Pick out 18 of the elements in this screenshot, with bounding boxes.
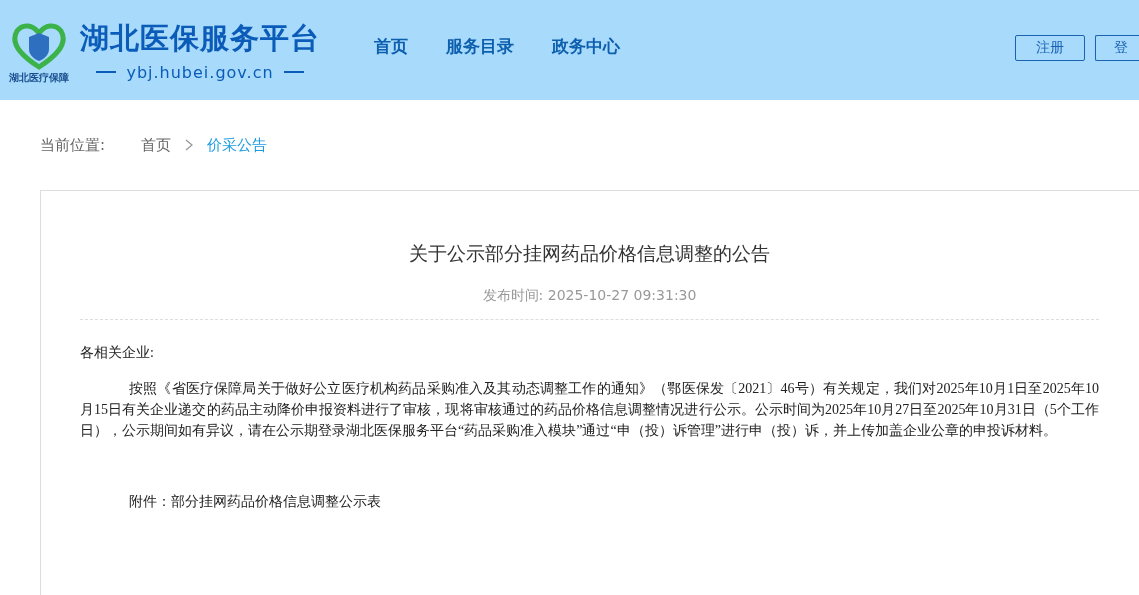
nav-link[interactable]: 服务目录	[446, 34, 514, 58]
nav-link[interactable]: 首页	[374, 34, 408, 58]
article-title: 关于公示部分挂网药品价格信息调整的公告	[408, 241, 771, 266]
site-title: 湖北医保服务平台	[80, 19, 320, 57]
login-button[interactable]: 登	[1095, 35, 1139, 61]
attachment-text: 附件：部分挂网药品价格信息调整公示表	[128, 493, 382, 511]
logo-icon	[9, 23, 69, 71]
register-button[interactable]: 注册	[1015, 35, 1085, 61]
site-url: ybj.hubei.gov.cn	[126, 62, 274, 82]
nav-link[interactable]: 政务中心	[552, 34, 620, 58]
breadcrumb-label: 当前位置:	[40, 135, 106, 155]
chevron-icon	[185, 139, 194, 151]
breadcrumb-link[interactable]: 价采公告	[207, 135, 268, 155]
logo-caption: 湖北医疗保障	[9, 71, 69, 85]
publish-time: 发布时间: 2025-10-27 09:31:30	[80, 287, 1099, 320]
greeting-text: 各相关企业:	[80, 344, 155, 362]
breadcrumb-link[interactable]: 首页	[141, 135, 172, 155]
body-paragraph: 按照《省医疗保障局关于做好公立医疗机构药品采购准入及其动态调整工作的通知》（鄂医保发〔2021〕46号）有关规定，我们对2025年10月1日至2025年10月15日有关企业递交的药品主动降价申报资料进行了审核，现将审核通过的药品价格信息调整情况进行公示。公示时间为2025年10月27日至2025年10月31日（5个工作日），公示期间如有异议，请在公示期登录湖北医保服务平台“药品采购准入模块”通过“申（投）诉管理”进行申（投）诉，并上传加盖企业公章的申投诉材料。	[80, 380, 1099, 440]
